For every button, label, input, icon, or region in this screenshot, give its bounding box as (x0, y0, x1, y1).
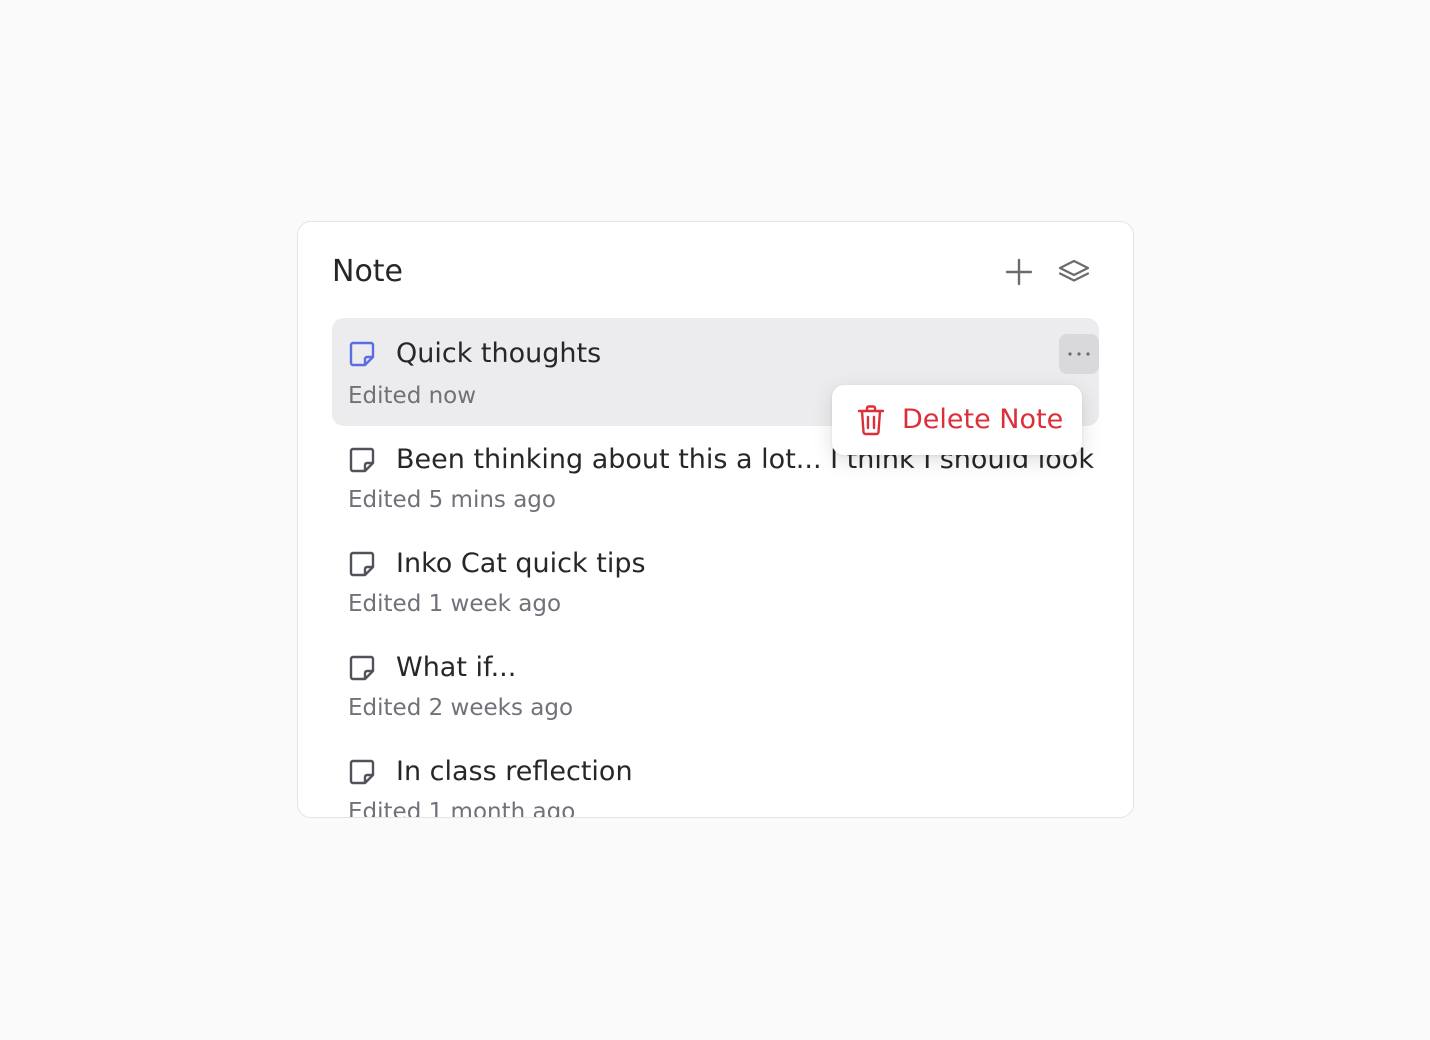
note-edited-time: Edited 2 weeks ago (348, 695, 574, 721)
note-icon (349, 341, 375, 367)
note-edited-time: Edited 1 month ago (348, 799, 576, 818)
trash-icon (857, 405, 885, 436)
note-item[interactable]: In class reflection Edited 1 month ago (332, 738, 1099, 818)
note-item[interactable]: Inko Cat quick tips Edited 1 week ago (332, 530, 1099, 638)
note-item[interactable]: What if... Edited 2 weeks ago (332, 634, 1099, 742)
delete-note-label: Delete Note (902, 404, 1064, 435)
notes-panel: Note Quick thoughts Edited now Been thin… (297, 221, 1134, 818)
panel-title: Note (332, 254, 404, 289)
note-title: In class reflection (396, 756, 633, 787)
layers-icon (1058, 259, 1090, 282)
note-title: Quick thoughts (396, 338, 602, 369)
note-icon (349, 447, 375, 473)
note-title: What if... (396, 652, 517, 683)
note-icon (349, 655, 375, 681)
note-icon (349, 551, 375, 577)
note-edited-time: Edited now (348, 383, 477, 409)
stack-button[interactable] (1057, 255, 1091, 289)
more-options-button[interactable] (1059, 334, 1099, 374)
panel-header: Note (332, 252, 1093, 292)
ellipsis-icon (1068, 352, 1090, 356)
note-edited-time: Edited 5 mins ago (348, 487, 556, 513)
delete-note-menu-item[interactable]: Delete Note (832, 385, 1082, 455)
note-title: Inko Cat quick tips (396, 548, 646, 579)
add-note-button[interactable] (1002, 255, 1036, 289)
note-edited-time: Edited 1 week ago (348, 591, 562, 617)
plus-icon (1005, 258, 1033, 286)
note-icon (349, 759, 375, 785)
